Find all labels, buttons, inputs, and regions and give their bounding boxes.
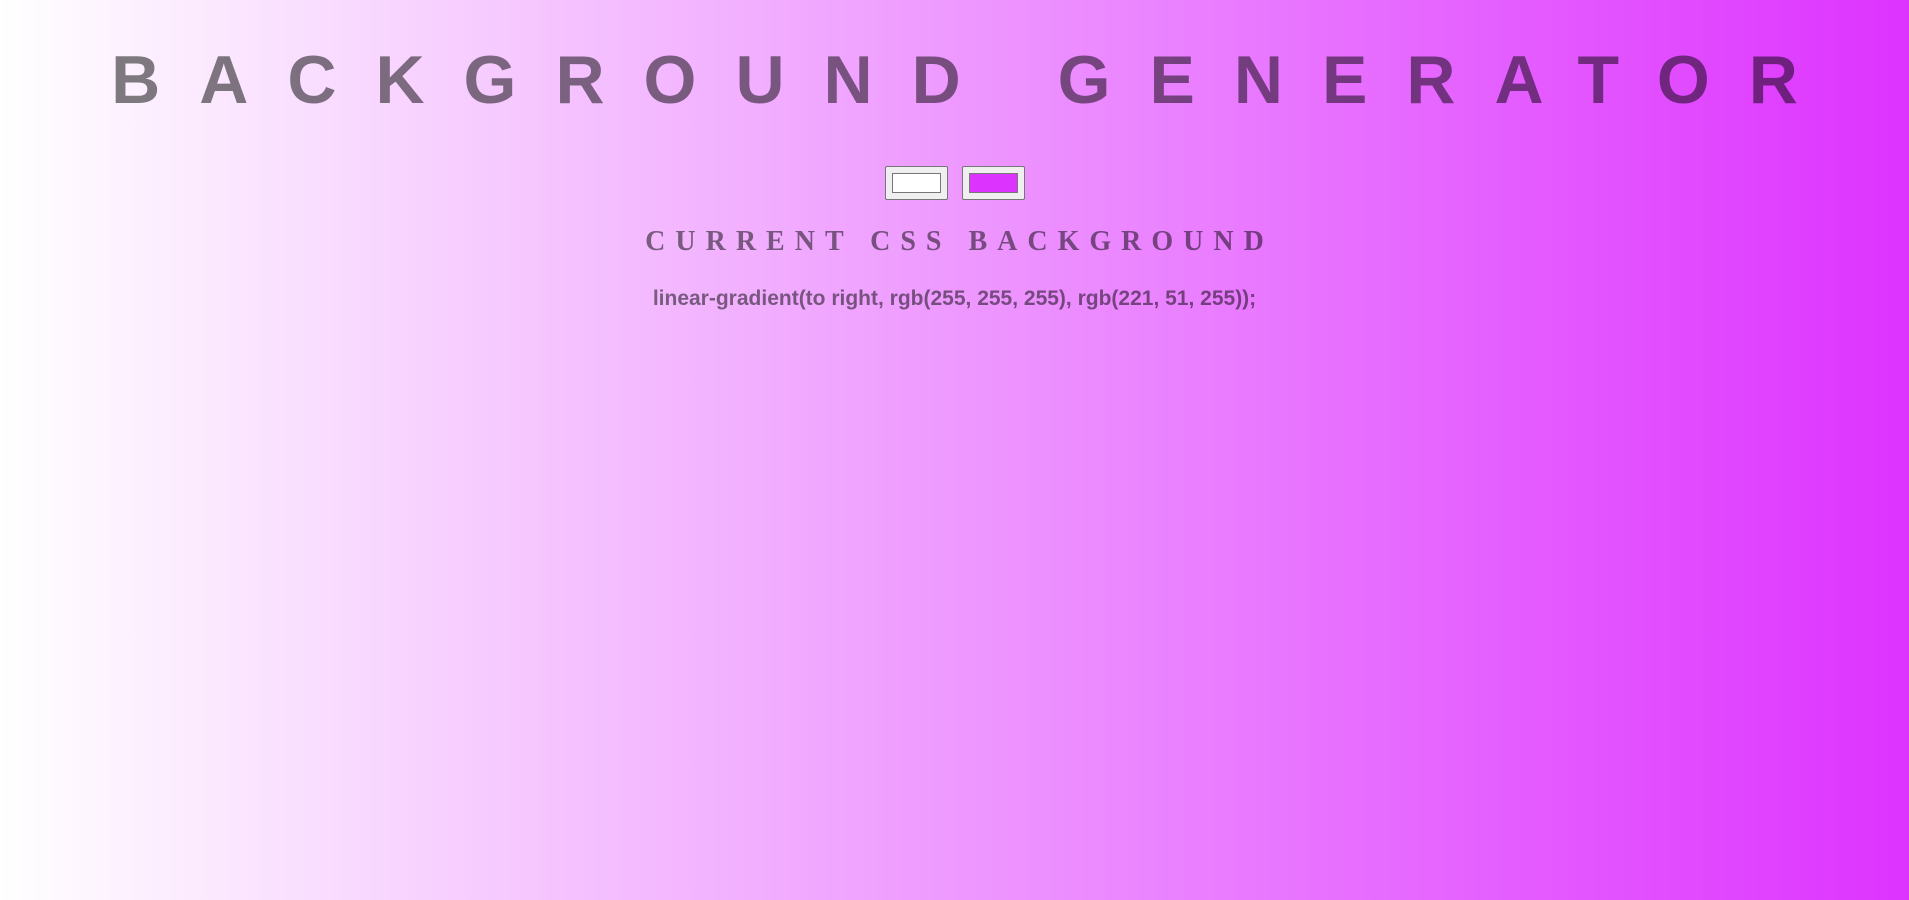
color-swatch-2 bbox=[968, 173, 1018, 193]
page-title: BACKGROUND GENERATOR bbox=[111, 42, 1837, 118]
color-pickers bbox=[0, 166, 1909, 200]
color-picker-1[interactable] bbox=[884, 166, 948, 200]
color-picker-2[interactable] bbox=[961, 166, 1025, 200]
page: BACKGROUND GENERATOR CURRENT CSS BACKGRO… bbox=[0, 0, 1909, 900]
color-swatch-1 bbox=[891, 173, 941, 193]
current-css-heading: CURRENT CSS BACKGROUND bbox=[645, 226, 1274, 257]
css-output-text: linear-gradient(to right, rgb(255, 255, … bbox=[652, 287, 1257, 310]
